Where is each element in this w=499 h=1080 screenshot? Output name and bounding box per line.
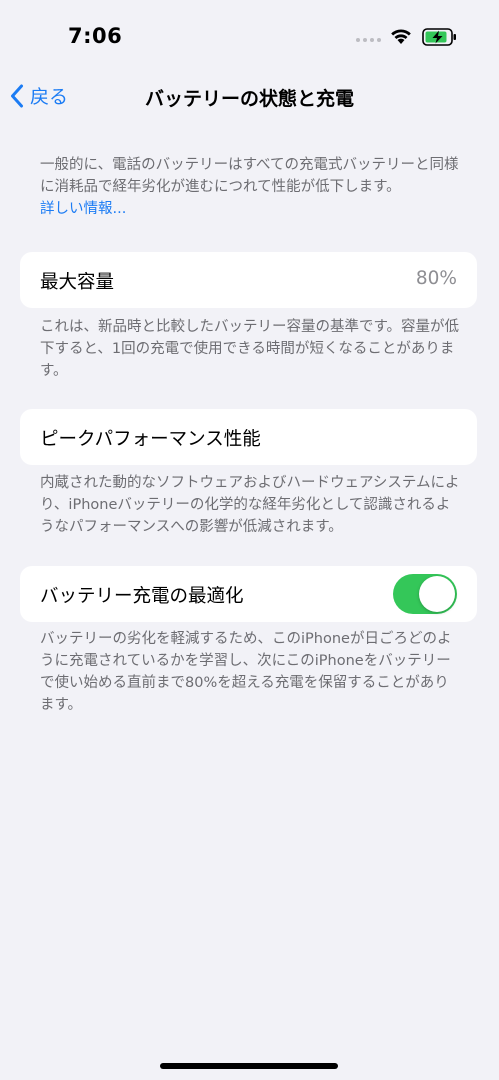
optimized-charging-description: バッテリーの劣化を軽減するため、このiPhoneが日ごろどのように充電されている… — [40, 631, 452, 713]
page-title: バッテリーの状態と充電 — [144, 88, 354, 110]
peak-performance-row[interactable]: ピークパフォーマンス性能 — [20, 409, 477, 465]
cellular-signal-icon — [356, 38, 381, 42]
nav-bar: 戻る バッテリーの状態と充電 — [0, 70, 499, 124]
max-capacity-description: これは、新品時と比較したバッテリー容量の基準です。容量が低下すると、1回の充電で… — [40, 319, 460, 379]
learn-more-link[interactable]: 詳しい情報... — [40, 198, 460, 220]
toggle-knob — [419, 576, 455, 612]
home-indicator — [160, 1063, 338, 1069]
intro-text: 一般的に、電話のバッテリーはすべての充電式バッテリーと同様に消耗品で経年劣化が進… — [40, 157, 459, 195]
peak-performance-label: ピークパフォーマンス性能 — [40, 429, 261, 450]
status-bar: 7:06 — [0, 0, 499, 70]
max-capacity-label: 最大容量 — [40, 272, 115, 293]
battery-charging-icon — [422, 28, 456, 46]
status-time: 7:06 — [68, 24, 123, 48]
intro-description: 一般的に、電話のバッテリーはすべての充電式バッテリーと同様に消耗品で経年劣化が進… — [40, 154, 460, 220]
optimized-charging-row: バッテリー充電の最適化 — [20, 566, 477, 622]
max-capacity-value: 80% — [415, 268, 457, 289]
max-capacity-row: 最大容量 80% — [20, 252, 477, 308]
optimized-charging-toggle[interactable] — [393, 574, 457, 614]
optimized-charging-label: バッテリー充電の最適化 — [40, 586, 244, 607]
wifi-icon — [391, 29, 411, 44]
peak-performance-description: 内蔵された動的なソフトウェアおよびハードウェアシステムにより、iPhoneバッテ… — [40, 475, 460, 535]
